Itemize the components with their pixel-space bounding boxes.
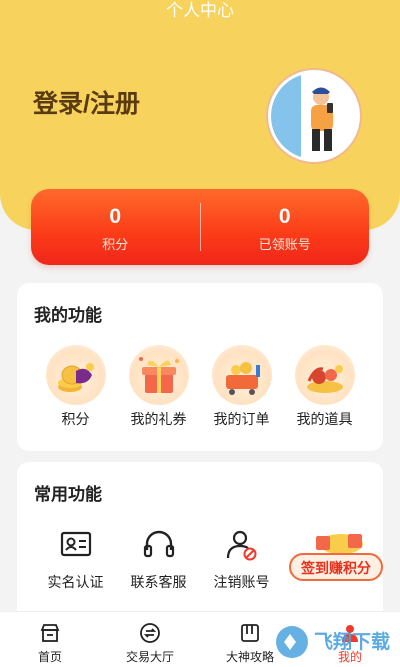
site-watermark: 飞翔下载 bbox=[274, 612, 400, 667]
stats-bar: 0 积分 0 已领账号 bbox=[31, 189, 369, 265]
id-card-icon bbox=[56, 528, 96, 562]
nav-trading-hall-label: 交易大厅 bbox=[125, 650, 174, 664]
treasure-props-icon bbox=[294, 345, 355, 405]
my-functions-title: 我的功能 bbox=[34, 306, 102, 325]
user-cancel-icon bbox=[222, 528, 262, 562]
common-function-cancel-account-label: 注销账号 bbox=[213, 574, 270, 590]
my-function-coupons-label: 我的礼券 bbox=[130, 411, 187, 427]
my-function-props[interactable]: 我的道具 bbox=[283, 345, 366, 429]
order-cart-icon bbox=[211, 345, 272, 405]
nav-trading-hall[interactable]: 交易大厅 bbox=[100, 612, 200, 667]
my-function-orders-label: 我的订单 bbox=[213, 411, 270, 427]
my-function-points[interactable]: 积分 bbox=[34, 345, 117, 429]
claimed-accounts-label: 已领账号 bbox=[258, 237, 311, 252]
avatar-illustration-icon bbox=[271, 73, 357, 159]
my-functions-card: 我的功能 积分 我的礼券 我的订单 我的道具 bbox=[17, 283, 383, 451]
common-functions-title: 常用功能 bbox=[34, 485, 102, 504]
store-icon bbox=[39, 622, 61, 644]
common-function-cancel-account[interactable]: 注销账号 bbox=[200, 528, 283, 592]
points-value: 0 bbox=[109, 205, 122, 228]
my-function-coupons[interactable]: 我的礼券 bbox=[117, 345, 200, 429]
avatar[interactable] bbox=[268, 70, 360, 162]
promo-label: 签到赚积分 bbox=[300, 560, 371, 577]
my-functions-grid: 积分 我的礼券 我的订单 我的道具 bbox=[17, 345, 383, 429]
exchange-icon bbox=[139, 622, 161, 644]
watermark-text: 飞翔下载 bbox=[314, 630, 390, 653]
claimed-accounts-value: 0 bbox=[278, 205, 291, 228]
common-function-customer-service-label: 联系客服 bbox=[130, 574, 187, 590]
my-function-points-label: 积分 bbox=[61, 411, 90, 427]
login-register-link[interactable]: 登录/注册 bbox=[33, 84, 140, 120]
common-function-real-name-label: 实名认证 bbox=[47, 574, 104, 590]
page-title: 个人中心 bbox=[166, 1, 234, 20]
sign-in-earn-points-banner[interactable]: 签到赚积分 bbox=[286, 530, 386, 590]
points-stat[interactable]: 0 积分 bbox=[31, 189, 200, 265]
headset-icon bbox=[139, 528, 179, 562]
coins-icon bbox=[45, 345, 106, 405]
my-function-orders[interactable]: 我的订单 bbox=[200, 345, 283, 429]
common-function-real-name[interactable]: 实名认证 bbox=[34, 528, 117, 592]
nav-home[interactable]: 首页 bbox=[0, 612, 100, 667]
points-label: 积分 bbox=[102, 237, 129, 252]
guide-book-icon bbox=[239, 622, 261, 644]
gift-box-icon bbox=[128, 345, 189, 405]
my-function-props-label: 我的道具 bbox=[296, 411, 353, 427]
nav-home-label: 首页 bbox=[37, 650, 62, 664]
common-function-customer-service[interactable]: 联系客服 bbox=[117, 528, 200, 592]
claimed-accounts-stat[interactable]: 0 已领账号 bbox=[201, 189, 370, 265]
